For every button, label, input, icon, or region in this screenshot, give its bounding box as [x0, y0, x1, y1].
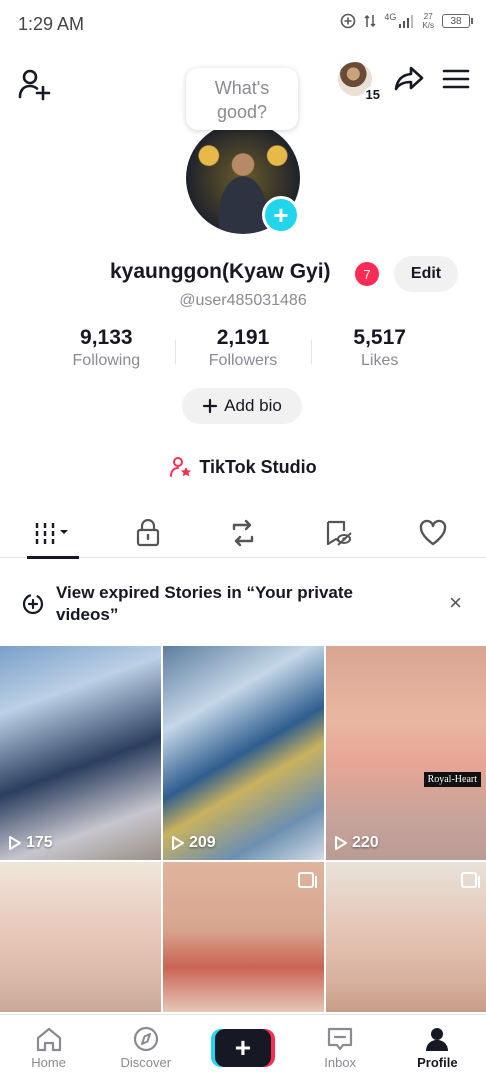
story-plus-icon — [22, 593, 44, 615]
video-grid-icon — [36, 522, 69, 544]
nav-home-label: Home — [31, 1054, 66, 1070]
hamburger-menu-icon — [442, 69, 470, 89]
add-person-icon — [18, 69, 51, 101]
video-thumbnail[interactable] — [326, 862, 486, 1012]
share-button[interactable] — [392, 62, 426, 96]
tab-reposts[interactable] — [213, 508, 273, 558]
nav-profile[interactable]: Profile — [397, 1026, 477, 1070]
studio-person-star-icon — [170, 457, 192, 477]
video-grid: 175 209 Royal-Heart 220 — [0, 646, 486, 1012]
stat-value: 5,517 — [353, 326, 406, 349]
stat-label: Likes — [361, 352, 399, 369]
view-count-value: 209 — [189, 834, 216, 851]
name-row: kyaunggon(Kyaw Gyi) 7 Edit — [0, 256, 486, 292]
thought-line-2: good? — [216, 102, 268, 122]
view-count: 175 — [8, 834, 53, 852]
profile-stats: 9,133 Following 2,191 Followers 5,517 Li… — [38, 326, 448, 378]
follower-count-badge: 15 — [363, 87, 382, 102]
nav-discover[interactable]: Discover — [106, 1026, 186, 1070]
expired-stories-banner[interactable]: View expired Stories in “Your private vi… — [0, 576, 486, 632]
followers-avatar-button[interactable]: 15 — [338, 62, 382, 102]
video-thumbnail[interactable] — [163, 862, 324, 1012]
battery-icon: 38 — [442, 14, 473, 28]
bookmark-eye-icon — [326, 520, 352, 546]
nav-create[interactable]: + — [203, 1028, 283, 1067]
net-speed-value: 27 — [423, 12, 433, 21]
multi-photo-icon — [461, 872, 480, 888]
video-thumbnail[interactable]: 175 — [0, 646, 161, 860]
add-friend-button[interactable] — [14, 64, 54, 104]
username-handle: @user485031486 — [179, 292, 307, 309]
notification-badge[interactable]: 7 — [355, 262, 379, 286]
multi-photo-icon — [298, 872, 317, 888]
plus-icon: + — [234, 1031, 252, 1063]
nav-discover-label: Discover — [120, 1054, 172, 1070]
stat-label: Following — [72, 352, 141, 369]
stat-following[interactable]: 9,133 Following — [38, 326, 175, 378]
net-speed: 27 K/s — [422, 12, 434, 30]
plus-icon — [203, 398, 218, 414]
add-bio-label: Add bio — [224, 396, 282, 415]
plus-icon: + — [273, 200, 289, 230]
stat-label: Followers — [208, 352, 278, 369]
profile-name: kyaunggon(Kyaw Gyi) — [110, 260, 331, 283]
add-circle-icon — [341, 13, 356, 29]
view-count: 209 — [171, 834, 216, 852]
video-overlay-tag: Royal-Heart — [423, 772, 481, 787]
network-label: 4G — [384, 12, 397, 22]
video-thumbnail[interactable]: Royal-Heart 220 — [326, 646, 486, 860]
menu-button[interactable] — [440, 63, 472, 95]
repost-icon — [232, 519, 254, 546]
nav-inbox[interactable]: Inbox — [300, 1026, 380, 1070]
home-icon — [36, 1027, 61, 1051]
stat-value: 2,191 — [216, 326, 270, 349]
net-speed-unit: K/s — [422, 21, 434, 30]
status-icons: 4G 27 K/s 38 — [340, 12, 473, 30]
banner-text: View expired Stories in “Your private vi… — [56, 583, 353, 624]
view-count-value: 175 — [26, 834, 53, 851]
close-icon[interactable]: × — [449, 590, 462, 616]
data-transfer-icon — [364, 14, 376, 28]
signal-icon — [399, 15, 414, 28]
tab-favorites[interactable] — [308, 508, 368, 558]
top-actions: 15 — [338, 62, 472, 102]
tab-liked[interactable] — [403, 508, 463, 558]
tiktok-studio-link[interactable]: TikTok Studio — [0, 456, 486, 478]
inbox-icon — [328, 1027, 353, 1050]
status-thought-bubble[interactable]: What's good? — [186, 68, 298, 130]
stat-followers[interactable]: 2,191 Followers — [174, 326, 312, 378]
lock-icon — [137, 518, 160, 546]
create-button[interactable]: + — [214, 1028, 271, 1067]
share-arrow-icon — [394, 66, 424, 91]
video-thumbnail[interactable] — [0, 862, 161, 1012]
view-count: 220 — [334, 834, 379, 852]
stat-value: 9,133 — [80, 326, 133, 349]
add-story-button[interactable]: + — [262, 196, 300, 234]
thought-line-1: What's — [214, 78, 270, 98]
tab-videos[interactable] — [23, 508, 83, 559]
status-bar: 1:29 AM 4G 27 K/s 38 — [0, 0, 486, 48]
play-icon — [335, 836, 347, 850]
heart-icon — [419, 519, 446, 545]
view-count-value: 220 — [352, 834, 379, 851]
video-thumbnail[interactable]: 209 — [163, 646, 324, 860]
bottom-navigation: Home Discover + Inbox Profile — [0, 1014, 486, 1080]
tab-private[interactable] — [118, 508, 178, 558]
profile-tabs — [0, 508, 486, 559]
nav-profile-label: Profile — [417, 1054, 458, 1070]
play-icon — [172, 836, 184, 850]
edit-profile-button[interactable]: Edit — [394, 256, 458, 292]
studio-label: TikTok Studio — [199, 456, 317, 477]
compass-icon — [133, 1026, 158, 1051]
status-time: 1:29 AM — [18, 13, 85, 34]
nav-home[interactable]: Home — [9, 1026, 89, 1070]
play-icon — [9, 836, 21, 850]
add-bio-button[interactable]: Add bio — [182, 388, 302, 424]
stat-likes[interactable]: 5,517 Likes — [311, 326, 448, 378]
profile-icon — [426, 1027, 449, 1051]
nav-inbox-label: Inbox — [324, 1054, 357, 1070]
